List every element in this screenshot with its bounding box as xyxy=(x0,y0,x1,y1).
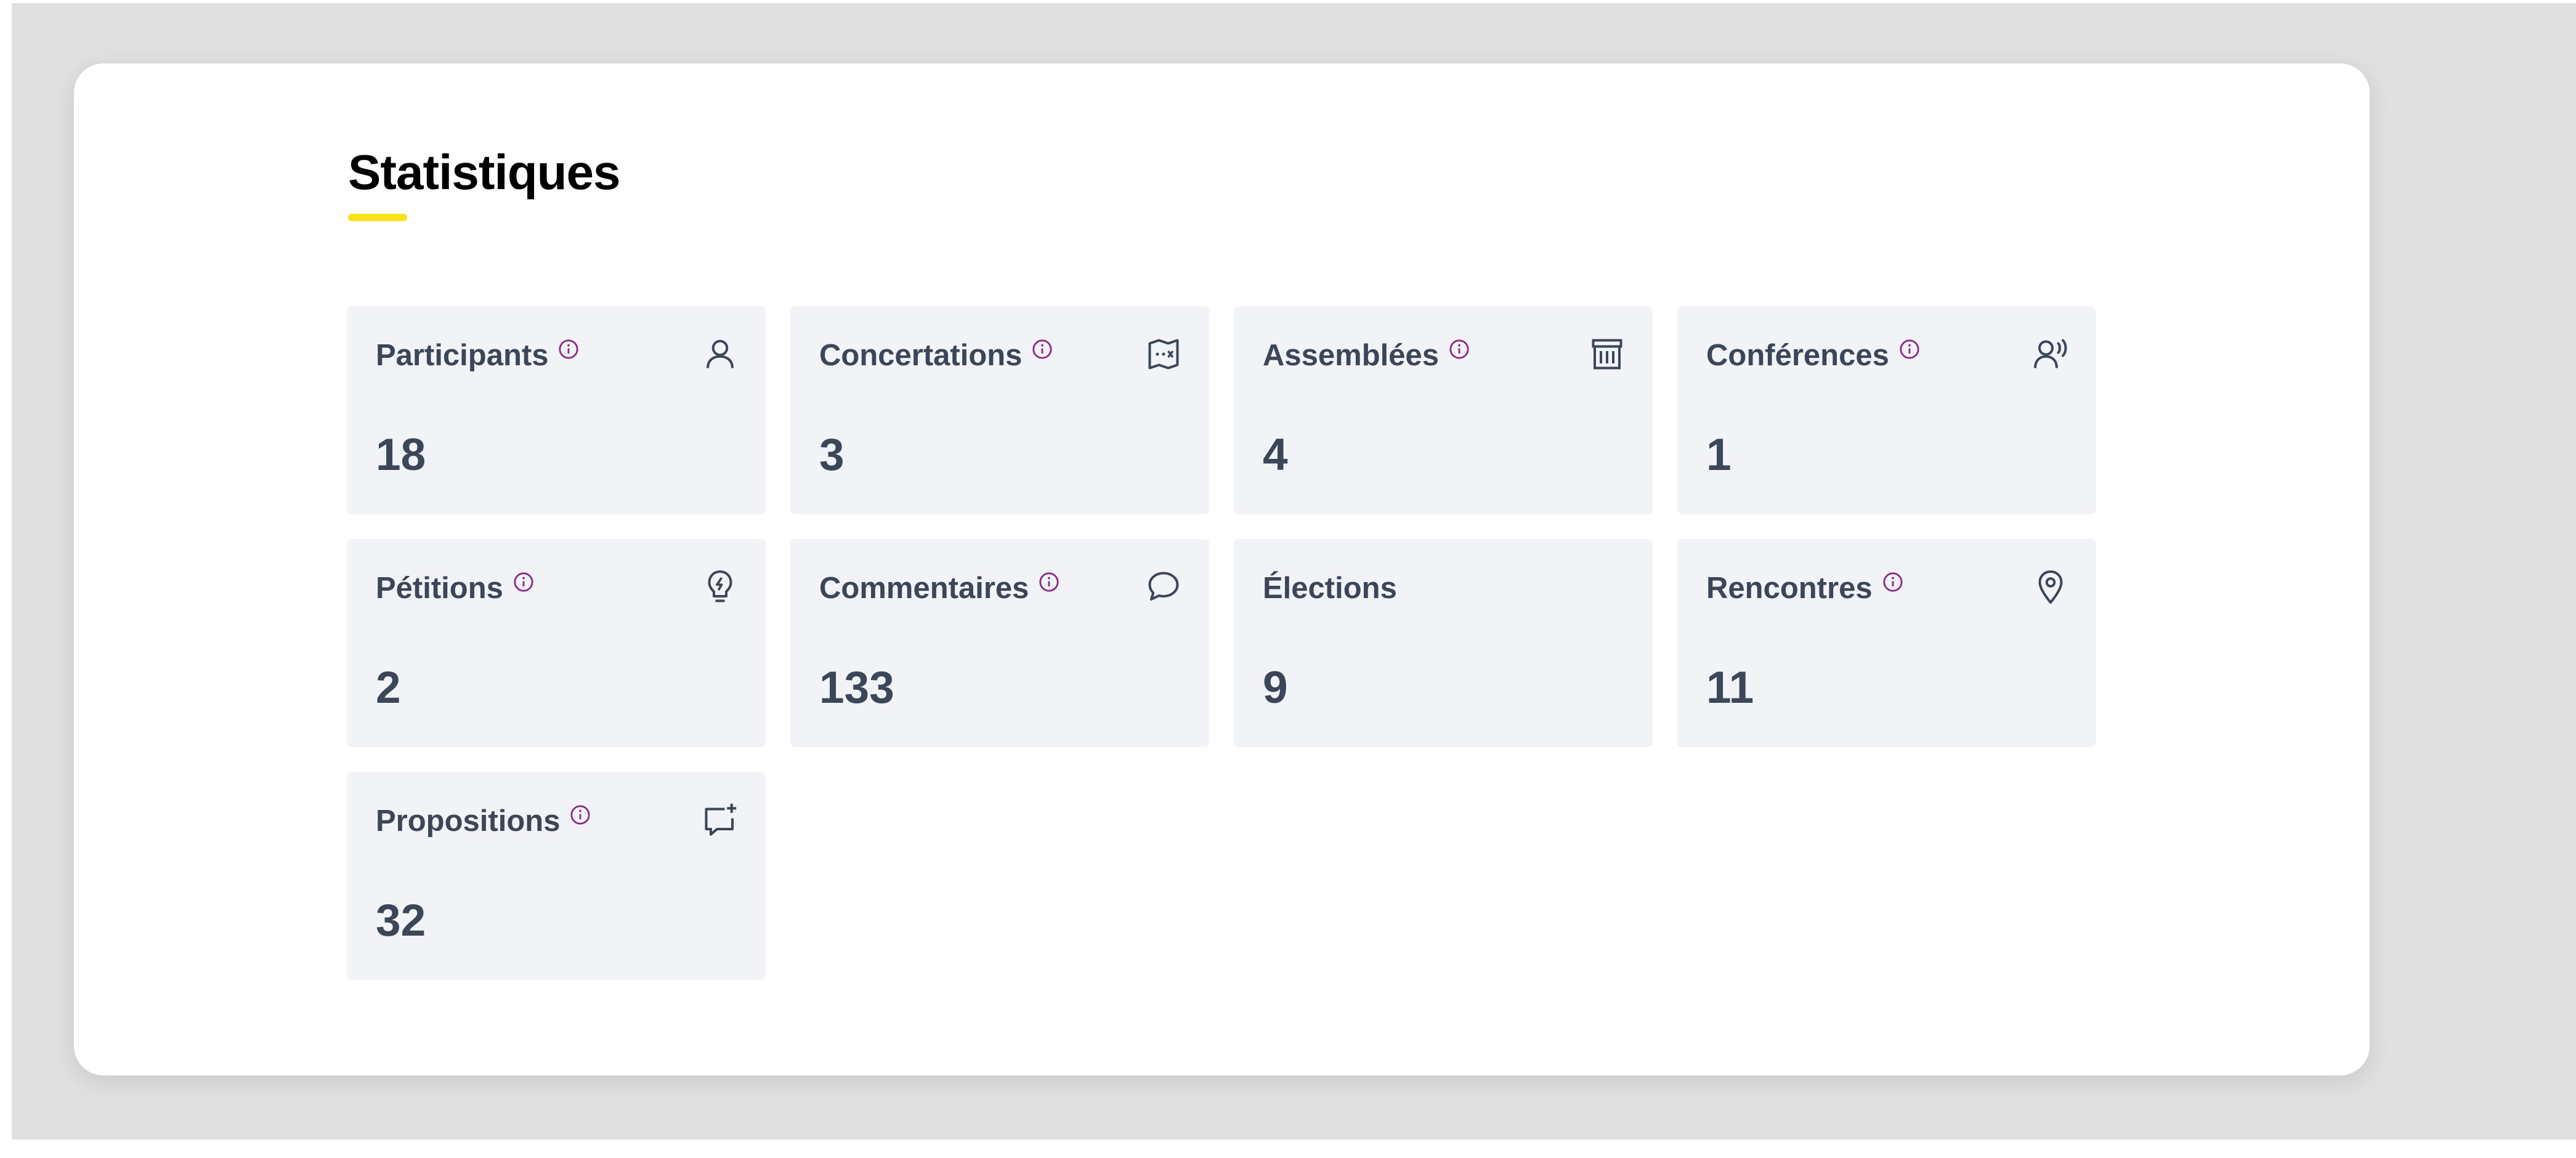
stat-card-concertations: Concertations 3 xyxy=(790,306,1209,514)
stat-label-wrapper: Propositions xyxy=(376,804,591,838)
stat-label: Assemblées xyxy=(1263,339,1440,372)
info-icon[interactable] xyxy=(558,339,579,360)
stat-value: 11 xyxy=(1706,663,1754,713)
stat-label-wrapper: Pétitions xyxy=(376,571,534,605)
stat-label-wrapper: Commentaires xyxy=(819,571,1059,605)
stat-label-wrapper: Assemblées xyxy=(1263,338,1470,373)
info-icon[interactable] xyxy=(1032,339,1053,360)
speech-bubble-icon xyxy=(1148,572,1179,601)
map-pin-icon xyxy=(2038,570,2063,604)
stat-label: Conférences xyxy=(1706,339,1889,372)
stat-value: 9 xyxy=(1263,663,1288,713)
title-underline xyxy=(348,214,407,221)
stat-label: Pétitions xyxy=(376,572,503,605)
stat-label-wrapper: Élections xyxy=(1263,571,1397,605)
stat-card-participants: Participants 18 xyxy=(347,306,766,514)
lightbulb-icon xyxy=(708,570,732,602)
section-title: Statistiques xyxy=(348,145,620,200)
stat-label-wrapper: Rencontres xyxy=(1706,571,1903,605)
stat-label-wrapper: Concertations xyxy=(819,338,1053,373)
info-icon[interactable] xyxy=(570,804,591,825)
stat-value: 3 xyxy=(819,430,844,480)
stat-label: Élections xyxy=(1263,572,1397,605)
info-icon[interactable] xyxy=(1899,339,1920,360)
info-icon[interactable] xyxy=(513,572,534,593)
person-icon xyxy=(707,339,734,368)
stat-card-propositions: Propositions 32 xyxy=(347,772,766,980)
info-icon[interactable] xyxy=(1449,339,1470,360)
stat-label-wrapper: Participants xyxy=(376,338,579,373)
stat-value: 4 xyxy=(1263,430,1288,480)
speaker-icon xyxy=(2034,339,2067,368)
info-icon[interactable] xyxy=(1039,572,1059,593)
map-icon xyxy=(1148,339,1179,370)
building-icon xyxy=(1592,339,1622,370)
stat-card-petitions: Pétitions 2 xyxy=(347,539,766,747)
stat-label: Propositions xyxy=(376,804,561,838)
stat-value: 32 xyxy=(376,896,426,945)
info-icon[interactable] xyxy=(1882,572,1903,593)
stat-card-conferences: Conférences 1 xyxy=(1677,306,2096,514)
stat-label: Participants xyxy=(376,339,549,372)
stat-value: 2 xyxy=(376,663,401,713)
chat-add-icon xyxy=(705,803,737,836)
stat-label-wrapper: Conférences xyxy=(1706,338,1920,373)
stat-value: 1 xyxy=(1706,430,1732,480)
stat-value: 18 xyxy=(376,430,426,480)
stat-value: 133 xyxy=(819,663,894,713)
stat-label: Rencontres xyxy=(1706,572,1873,605)
stat-label: Concertations xyxy=(819,339,1023,372)
stat-card-assemblees: Assemblées 4 xyxy=(1234,306,1653,514)
stat-card-elections: Élections 9 xyxy=(1234,539,1653,747)
stat-label: Commentaires xyxy=(819,572,1029,605)
stat-card-commentaires: Commentaires 133 xyxy=(790,539,1209,747)
stat-card-rencontres: Rencontres 11 xyxy=(1677,539,2096,747)
